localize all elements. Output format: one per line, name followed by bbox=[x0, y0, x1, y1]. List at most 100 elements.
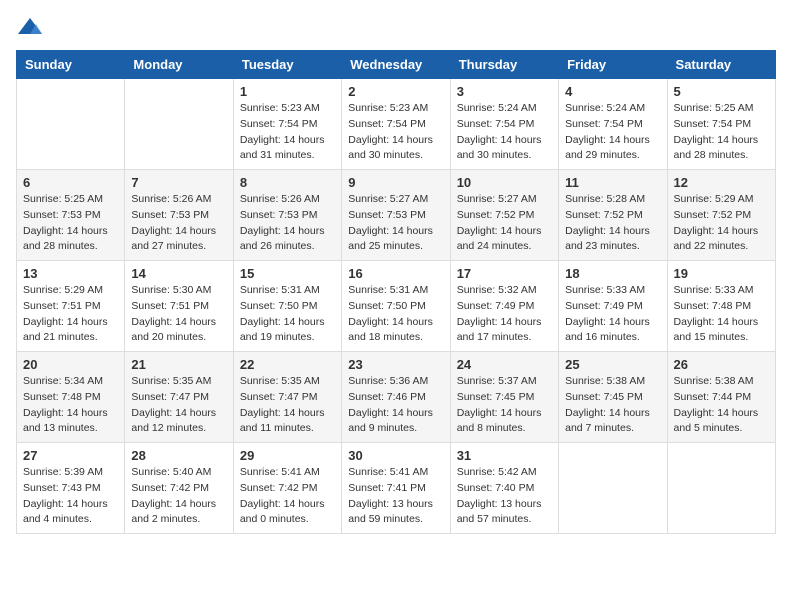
calendar-cell: 12 Sunrise: 5:29 AMSunset: 7:52 PMDaylig… bbox=[667, 170, 775, 261]
day-number: 26 bbox=[674, 357, 769, 372]
day-detail: Sunrise: 5:31 AMSunset: 7:50 PMDaylight:… bbox=[240, 283, 335, 346]
day-number: 5 bbox=[674, 84, 769, 99]
calendar-week-row: 1 Sunrise: 5:23 AMSunset: 7:54 PMDayligh… bbox=[17, 79, 776, 170]
calendar-cell: 17 Sunrise: 5:32 AMSunset: 7:49 PMDaylig… bbox=[450, 261, 558, 352]
day-number: 23 bbox=[348, 357, 443, 372]
calendar-cell: 24 Sunrise: 5:37 AMSunset: 7:45 PMDaylig… bbox=[450, 352, 558, 443]
day-number: 30 bbox=[348, 448, 443, 463]
calendar-cell: 5 Sunrise: 5:25 AMSunset: 7:54 PMDayligh… bbox=[667, 79, 775, 170]
calendar-cell: 6 Sunrise: 5:25 AMSunset: 7:53 PMDayligh… bbox=[17, 170, 125, 261]
weekday-header-sunday: Sunday bbox=[17, 51, 125, 79]
day-detail: Sunrise: 5:33 AMSunset: 7:49 PMDaylight:… bbox=[565, 283, 660, 346]
day-number: 2 bbox=[348, 84, 443, 99]
calendar-cell: 15 Sunrise: 5:31 AMSunset: 7:50 PMDaylig… bbox=[233, 261, 341, 352]
day-number: 22 bbox=[240, 357, 335, 372]
day-detail: Sunrise: 5:41 AMSunset: 7:42 PMDaylight:… bbox=[240, 465, 335, 528]
day-detail: Sunrise: 5:25 AMSunset: 7:53 PMDaylight:… bbox=[23, 192, 118, 255]
calendar-cell: 26 Sunrise: 5:38 AMSunset: 7:44 PMDaylig… bbox=[667, 352, 775, 443]
calendar-cell: 18 Sunrise: 5:33 AMSunset: 7:49 PMDaylig… bbox=[559, 261, 667, 352]
weekday-header-wednesday: Wednesday bbox=[342, 51, 450, 79]
day-detail: Sunrise: 5:26 AMSunset: 7:53 PMDaylight:… bbox=[240, 192, 335, 255]
day-detail: Sunrise: 5:27 AMSunset: 7:52 PMDaylight:… bbox=[457, 192, 552, 255]
calendar-cell: 20 Sunrise: 5:34 AMSunset: 7:48 PMDaylig… bbox=[17, 352, 125, 443]
calendar-table: SundayMondayTuesdayWednesdayThursdayFrid… bbox=[16, 50, 776, 534]
day-number: 25 bbox=[565, 357, 660, 372]
weekday-header-monday: Monday bbox=[125, 51, 233, 79]
day-number: 31 bbox=[457, 448, 552, 463]
calendar-cell: 28 Sunrise: 5:40 AMSunset: 7:42 PMDaylig… bbox=[125, 443, 233, 534]
day-number: 28 bbox=[131, 448, 226, 463]
day-detail: Sunrise: 5:34 AMSunset: 7:48 PMDaylight:… bbox=[23, 374, 118, 437]
weekday-header-friday: Friday bbox=[559, 51, 667, 79]
calendar-cell: 3 Sunrise: 5:24 AMSunset: 7:54 PMDayligh… bbox=[450, 79, 558, 170]
day-number: 29 bbox=[240, 448, 335, 463]
day-detail: Sunrise: 5:29 AMSunset: 7:52 PMDaylight:… bbox=[674, 192, 769, 255]
day-detail: Sunrise: 5:23 AMSunset: 7:54 PMDaylight:… bbox=[348, 101, 443, 164]
calendar-week-row: 20 Sunrise: 5:34 AMSunset: 7:48 PMDaylig… bbox=[17, 352, 776, 443]
weekday-header-row: SundayMondayTuesdayWednesdayThursdayFrid… bbox=[17, 51, 776, 79]
day-number: 11 bbox=[565, 175, 660, 190]
calendar-cell: 9 Sunrise: 5:27 AMSunset: 7:53 PMDayligh… bbox=[342, 170, 450, 261]
day-number: 24 bbox=[457, 357, 552, 372]
calendar-cell: 31 Sunrise: 5:42 AMSunset: 7:40 PMDaylig… bbox=[450, 443, 558, 534]
day-number: 20 bbox=[23, 357, 118, 372]
day-number: 8 bbox=[240, 175, 335, 190]
calendar-cell: 7 Sunrise: 5:26 AMSunset: 7:53 PMDayligh… bbox=[125, 170, 233, 261]
calendar-cell: 21 Sunrise: 5:35 AMSunset: 7:47 PMDaylig… bbox=[125, 352, 233, 443]
day-detail: Sunrise: 5:32 AMSunset: 7:49 PMDaylight:… bbox=[457, 283, 552, 346]
logo-icon bbox=[16, 16, 44, 38]
weekday-header-saturday: Saturday bbox=[667, 51, 775, 79]
day-number: 12 bbox=[674, 175, 769, 190]
day-number: 18 bbox=[565, 266, 660, 281]
day-detail: Sunrise: 5:35 AMSunset: 7:47 PMDaylight:… bbox=[240, 374, 335, 437]
calendar-cell: 19 Sunrise: 5:33 AMSunset: 7:48 PMDaylig… bbox=[667, 261, 775, 352]
calendar-cell bbox=[667, 443, 775, 534]
day-detail: Sunrise: 5:27 AMSunset: 7:53 PMDaylight:… bbox=[348, 192, 443, 255]
day-number: 19 bbox=[674, 266, 769, 281]
day-number: 9 bbox=[348, 175, 443, 190]
calendar-cell: 27 Sunrise: 5:39 AMSunset: 7:43 PMDaylig… bbox=[17, 443, 125, 534]
day-number: 1 bbox=[240, 84, 335, 99]
calendar-cell: 13 Sunrise: 5:29 AMSunset: 7:51 PMDaylig… bbox=[17, 261, 125, 352]
day-detail: Sunrise: 5:36 AMSunset: 7:46 PMDaylight:… bbox=[348, 374, 443, 437]
day-number: 21 bbox=[131, 357, 226, 372]
day-detail: Sunrise: 5:37 AMSunset: 7:45 PMDaylight:… bbox=[457, 374, 552, 437]
day-number: 6 bbox=[23, 175, 118, 190]
calendar-cell: 4 Sunrise: 5:24 AMSunset: 7:54 PMDayligh… bbox=[559, 79, 667, 170]
calendar-week-row: 13 Sunrise: 5:29 AMSunset: 7:51 PMDaylig… bbox=[17, 261, 776, 352]
day-detail: Sunrise: 5:31 AMSunset: 7:50 PMDaylight:… bbox=[348, 283, 443, 346]
day-detail: Sunrise: 5:41 AMSunset: 7:41 PMDaylight:… bbox=[348, 465, 443, 528]
day-detail: Sunrise: 5:26 AMSunset: 7:53 PMDaylight:… bbox=[131, 192, 226, 255]
day-number: 16 bbox=[348, 266, 443, 281]
day-detail: Sunrise: 5:24 AMSunset: 7:54 PMDaylight:… bbox=[457, 101, 552, 164]
calendar-cell: 1 Sunrise: 5:23 AMSunset: 7:54 PMDayligh… bbox=[233, 79, 341, 170]
day-detail: Sunrise: 5:42 AMSunset: 7:40 PMDaylight:… bbox=[457, 465, 552, 528]
day-detail: Sunrise: 5:33 AMSunset: 7:48 PMDaylight:… bbox=[674, 283, 769, 346]
calendar-week-row: 6 Sunrise: 5:25 AMSunset: 7:53 PMDayligh… bbox=[17, 170, 776, 261]
day-number: 10 bbox=[457, 175, 552, 190]
day-detail: Sunrise: 5:35 AMSunset: 7:47 PMDaylight:… bbox=[131, 374, 226, 437]
calendar-cell: 10 Sunrise: 5:27 AMSunset: 7:52 PMDaylig… bbox=[450, 170, 558, 261]
calendar-cell: 16 Sunrise: 5:31 AMSunset: 7:50 PMDaylig… bbox=[342, 261, 450, 352]
calendar-cell: 23 Sunrise: 5:36 AMSunset: 7:46 PMDaylig… bbox=[342, 352, 450, 443]
day-number: 27 bbox=[23, 448, 118, 463]
calendar-cell: 8 Sunrise: 5:26 AMSunset: 7:53 PMDayligh… bbox=[233, 170, 341, 261]
day-detail: Sunrise: 5:28 AMSunset: 7:52 PMDaylight:… bbox=[565, 192, 660, 255]
calendar-cell: 14 Sunrise: 5:30 AMSunset: 7:51 PMDaylig… bbox=[125, 261, 233, 352]
day-detail: Sunrise: 5:25 AMSunset: 7:54 PMDaylight:… bbox=[674, 101, 769, 164]
calendar-cell bbox=[17, 79, 125, 170]
day-number: 7 bbox=[131, 175, 226, 190]
day-detail: Sunrise: 5:39 AMSunset: 7:43 PMDaylight:… bbox=[23, 465, 118, 528]
calendar-cell bbox=[125, 79, 233, 170]
calendar-week-row: 27 Sunrise: 5:39 AMSunset: 7:43 PMDaylig… bbox=[17, 443, 776, 534]
calendar-cell: 25 Sunrise: 5:38 AMSunset: 7:45 PMDaylig… bbox=[559, 352, 667, 443]
page-header bbox=[16, 16, 776, 38]
day-detail: Sunrise: 5:40 AMSunset: 7:42 PMDaylight:… bbox=[131, 465, 226, 528]
day-number: 4 bbox=[565, 84, 660, 99]
logo bbox=[16, 16, 48, 38]
calendar-cell bbox=[559, 443, 667, 534]
weekday-header-tuesday: Tuesday bbox=[233, 51, 341, 79]
day-detail: Sunrise: 5:38 AMSunset: 7:44 PMDaylight:… bbox=[674, 374, 769, 437]
day-number: 3 bbox=[457, 84, 552, 99]
day-number: 17 bbox=[457, 266, 552, 281]
